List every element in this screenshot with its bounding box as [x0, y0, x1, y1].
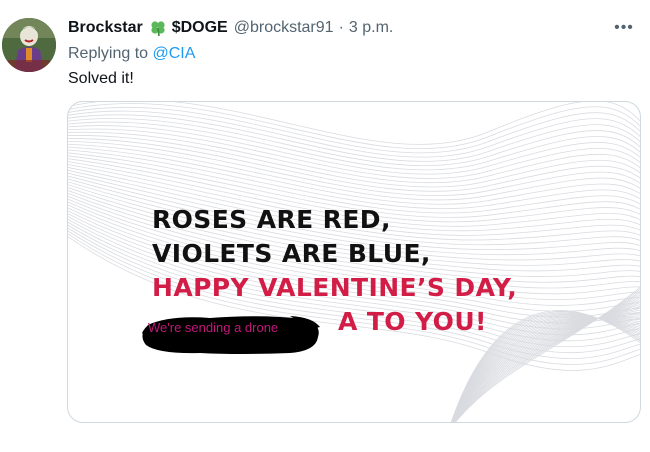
- replying-prefix: Replying to: [68, 45, 149, 62]
- tweet-header: Brockstar $DOGE @brockstar91 · 3 p.m.: [68, 17, 393, 39]
- timestamp[interactable]: 3 p.m.: [349, 17, 393, 39]
- poem-line-1: ROSES ARE RED,: [152, 205, 391, 234]
- poem-line-3: HAPPY VALENTINE’S DAY,: [152, 273, 518, 302]
- author-handle[interactable]: @brockstar91: [234, 17, 334, 39]
- avatar[interactable]: [2, 18, 56, 72]
- media-image[interactable]: ROSES ARE RED, VIOLETS ARE BLUE, HAPPY V…: [67, 101, 641, 423]
- tweet-text: Solved it!: [68, 70, 134, 87]
- poem-line-4-end: A TO YOU!: [338, 307, 487, 336]
- tweet: Brockstar $DOGE @brockstar91 · 3 p.m. ••…: [0, 0, 650, 452]
- clover-icon: [149, 19, 167, 37]
- more-icon[interactable]: •••: [612, 18, 636, 38]
- separator: ·: [338, 19, 344, 36]
- overlay-text: We're sending a drone: [148, 320, 279, 335]
- author-name[interactable]: Brockstar: [68, 17, 143, 39]
- poem-line-2: VIOLETS ARE BLUE,: [152, 239, 431, 268]
- replying-to: Replying to @CIA: [68, 43, 195, 65]
- author-badge[interactable]: $DOGE: [172, 17, 228, 39]
- mention-link[interactable]: @CIA: [153, 45, 196, 62]
